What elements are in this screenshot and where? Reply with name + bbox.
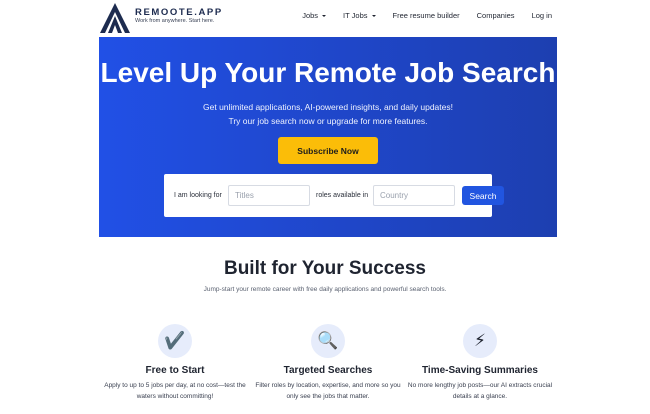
subscribe-button[interactable]: Subscribe Now — [278, 137, 378, 164]
looking-for-label: I am looking for — [174, 192, 222, 199]
magnifier-icon: 🔍 — [311, 324, 345, 358]
nav-item-label: Log in — [531, 11, 552, 20]
brand-tagline: Work from anywhere. Start here. — [135, 18, 215, 24]
nav-item-label: Jobs — [302, 11, 319, 20]
hero-subtitle-line2: Try our job search now or upgrade for mo… — [228, 116, 428, 126]
country-input[interactable]: Country — [373, 185, 455, 206]
titles-input[interactable]: Titles — [228, 185, 310, 206]
checkmark-icon: ✔️ — [158, 324, 192, 358]
nav-item-companies[interactable]: Companies — [477, 11, 515, 20]
nav-item-jobs[interactable]: Jobs — [302, 11, 327, 20]
feature-card-targeted-searches: 🔍 Targeted Searches Filter roles by loca… — [253, 324, 403, 402]
brand-name[interactable]: REMOOTE.APP — [135, 7, 223, 18]
feature-title: Free to Start — [145, 365, 205, 376]
caret-down-icon — [371, 14, 376, 17]
section-subtitle: Jump-start your remote career with free … — [203, 286, 447, 293]
site-header: REMOOTE.APP Work from anywhere. Start he… — [0, 0, 650, 36]
nav-item-resume-builder[interactable]: Free resume builder — [393, 11, 460, 20]
hero-subtitle-line1: Get unlimited applications, AI-powered i… — [203, 102, 453, 112]
nav-item-label: Free resume builder — [392, 11, 460, 20]
roles-available-label: roles available in — [316, 192, 369, 199]
section-title: Built for Your Success — [223, 258, 426, 279]
feature-title: Targeted Searches — [283, 365, 373, 376]
feature-description: No more lengthy job posts—our AI extract… — [407, 382, 553, 400]
feature-card-free-to-start: ✔️ Free to Start Apply to up to 5 jobs p… — [100, 324, 250, 402]
caret-down-icon — [322, 14, 327, 17]
hero-banner: Level Up Your Remote Job Search Get unli… — [99, 37, 557, 237]
lightning-icon: ⚡ — [463, 324, 497, 358]
nav-item-label: IT Jobs — [343, 11, 368, 20]
feature-title: Time-Saving Summaries — [422, 365, 538, 376]
nav-item-login[interactable]: Log in — [532, 11, 552, 20]
hero-title: Level Up Your Remote Job Search — [100, 57, 556, 88]
nav-item-it-jobs[interactable]: IT Jobs — [343, 11, 376, 20]
job-search-panel: I am looking for Titles roles available … — [164, 174, 504, 217]
nav-item-label: Companies — [476, 11, 515, 20]
feature-description: Filter roles by location, expertise, and… — [255, 382, 401, 400]
feature-card-time-saving-summaries: ⚡ Time-Saving Summaries No more lengthy … — [405, 324, 555, 402]
search-button[interactable]: Search — [462, 186, 504, 205]
logo-icon[interactable] — [99, 2, 131, 34]
main-nav: Jobs IT Jobs Free resume builder Compani… — [285, 11, 552, 20]
feature-description: Apply to up to 5 jobs per day, at no cos… — [104, 382, 246, 400]
